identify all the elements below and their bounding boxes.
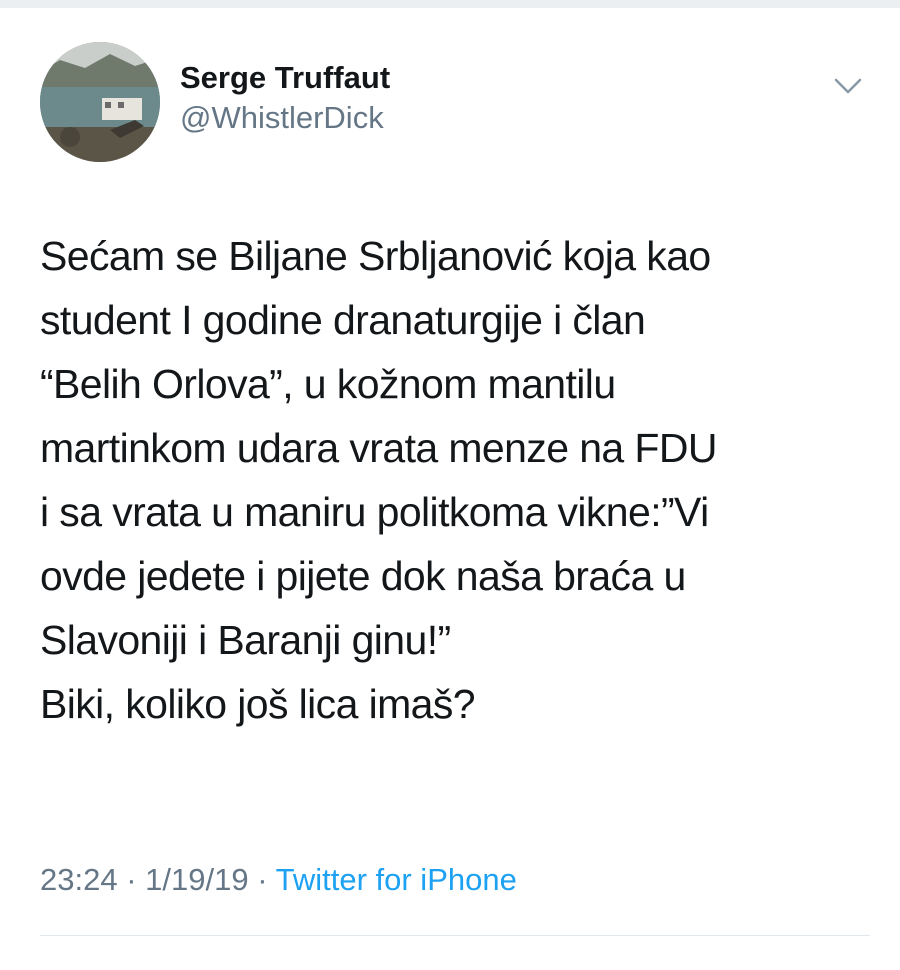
tweet-meta: 23:24 · 1/19/19 · Twitter for iPhone (40, 860, 517, 900)
meta-separator: · (257, 862, 268, 897)
tweet-text-line: ovde jedete i pijete dok naša braća u (40, 553, 686, 599)
tweet-source-link[interactable]: Twitter for iPhone (276, 862, 517, 897)
chevron-down-icon[interactable] (830, 74, 866, 98)
meta-separator: · (126, 862, 137, 897)
tweet-text-line: martinkom udara vrata menze na FDU (40, 425, 717, 471)
tweet-text-line: i sa vrata u maniru politkoma vikne:”Vi (40, 489, 709, 535)
tweet-text-line: Biki, koliko još lica imaš? (40, 681, 476, 727)
tweet: Serge Truffaut @WhistlerDick Sećam se Bi… (0, 0, 900, 970)
tweet-text-line: Slavoniji i Baranji ginu!” (40, 617, 451, 663)
tweet-date[interactable]: 1/19/19 (145, 862, 248, 897)
author-block[interactable]: Serge Truffaut @WhistlerDick (180, 60, 390, 138)
avatar[interactable] (40, 42, 160, 162)
tweet-text-line: “Belih Orlova”, u kožnom mantilu (40, 361, 616, 407)
author-display-name[interactable]: Serge Truffaut (180, 60, 390, 96)
author-handle[interactable]: @WhistlerDick (180, 98, 390, 138)
tweet-text: Sećam se Biljane Srbljanović koja kao st… (40, 224, 870, 736)
tweet-time[interactable]: 23:24 (40, 862, 118, 897)
bottom-divider (40, 935, 870, 936)
tweet-text-line: Sećam se Biljane Srbljanović koja kao (40, 233, 711, 279)
tweet-text-line: student I godine dranaturgije i član (40, 297, 646, 343)
